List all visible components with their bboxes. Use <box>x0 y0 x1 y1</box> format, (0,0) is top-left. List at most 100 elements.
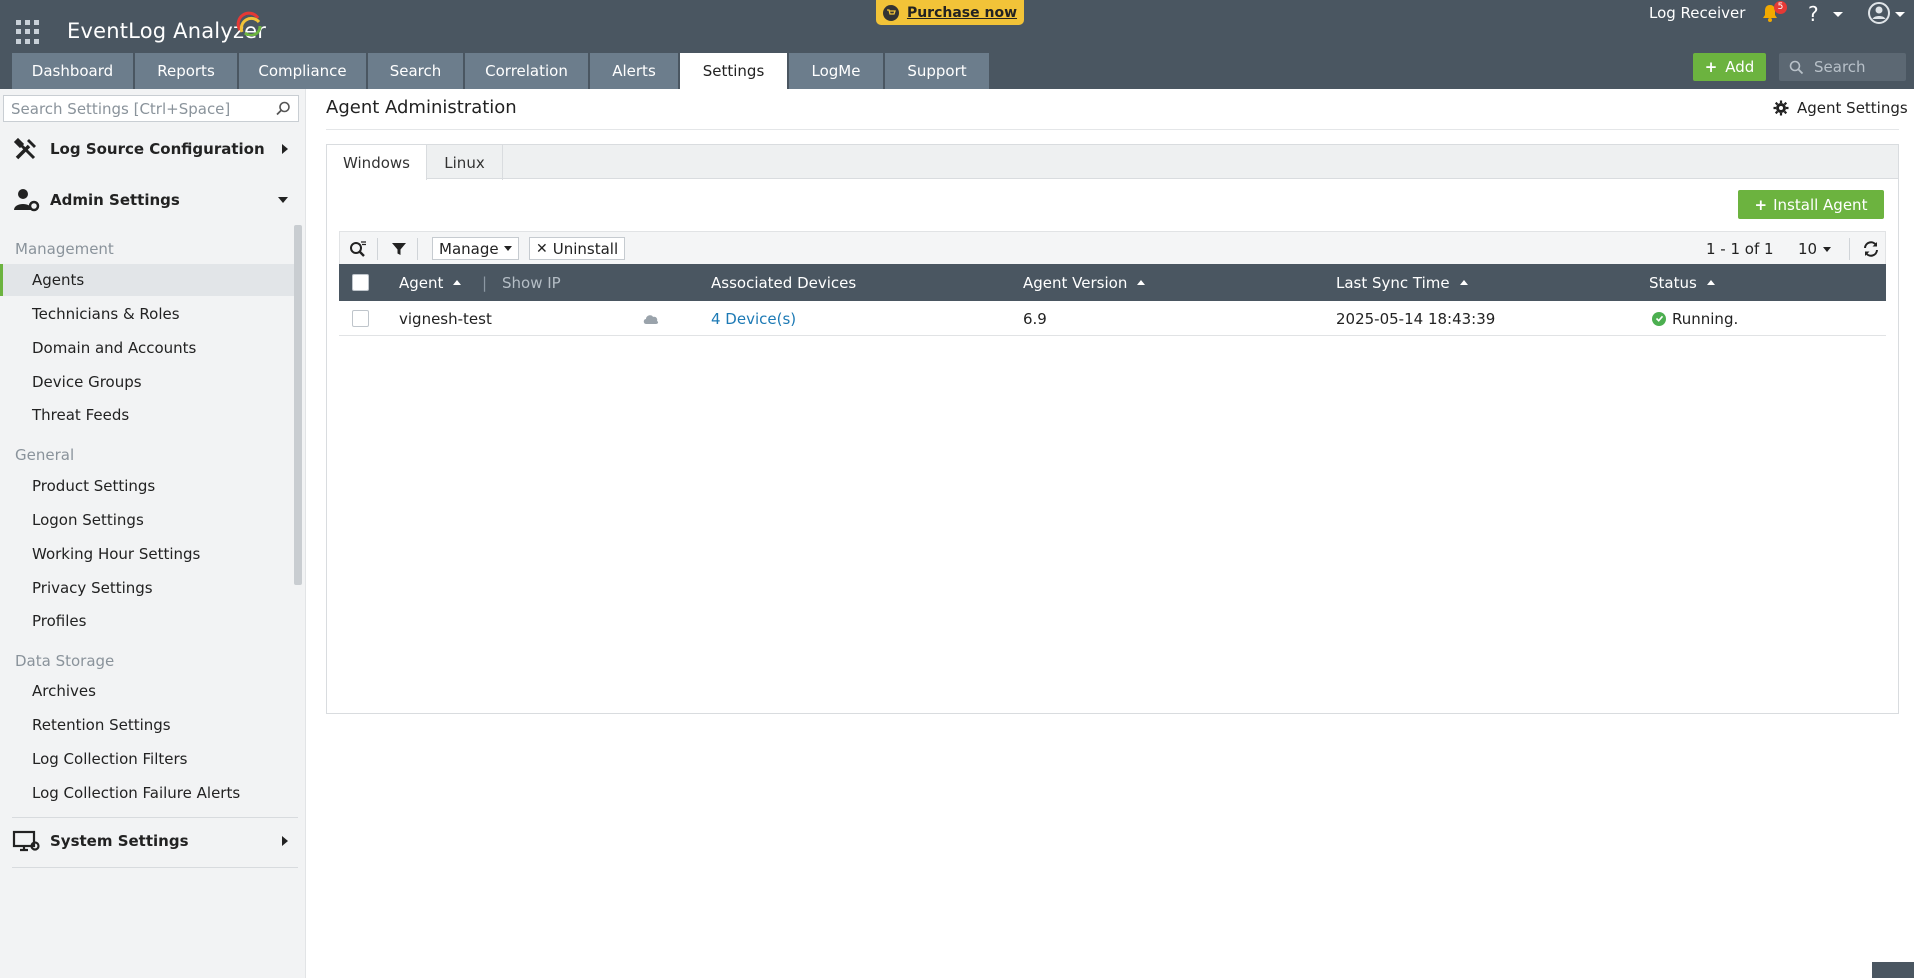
close-icon: ✕ <box>536 240 548 257</box>
sort-asc-icon <box>1459 280 1468 285</box>
agent-settings-label: Agent Settings <box>1797 99 1908 117</box>
column-agent-version[interactable]: Agent Version <box>1023 264 1146 301</box>
cloud-icon <box>643 314 659 324</box>
search-filter-icon[interactable] <box>349 240 367 258</box>
uninstall-button[interactable]: ✕ Uninstall <box>529 237 626 260</box>
admin-user-gear-icon <box>14 189 40 212</box>
tools-icon <box>13 137 36 160</box>
tab-correlation[interactable]: Correlation <box>465 53 588 89</box>
user-avatar-icon[interactable] <box>1868 2 1890 24</box>
check-circle-icon <box>1652 311 1666 326</box>
sidebar-item-agents[interactable]: Agents <box>0 264 294 296</box>
group-data-storage-label: Data Storage <box>15 652 115 670</box>
agent-settings-link[interactable]: Agent Settings <box>1773 99 1908 117</box>
system-settings-section[interactable]: System Settings <box>12 818 296 864</box>
top-header: EventLog Analyzer Purchase now Log Recei… <box>0 0 1914 89</box>
tab-windows[interactable]: Windows <box>327 145 427 180</box>
sidebar-item-working-hour-settings[interactable]: Working Hour Settings <box>0 538 294 570</box>
column-last-sync-time[interactable]: Last Sync Time <box>1336 264 1468 301</box>
search-icon[interactable] <box>275 101 291 117</box>
add-button[interactable]: + Add <box>1693 53 1766 81</box>
column-agent-label: Agent <box>399 273 444 292</box>
column-agent[interactable]: Agent <box>399 264 462 301</box>
user-caret-icon[interactable] <box>1895 12 1905 17</box>
chat-widget-button[interactable] <box>1872 962 1914 978</box>
agents-table-header: Agent | Show IP Associated Devices Agent… <box>339 264 1886 301</box>
toolbar-divider <box>1849 238 1850 260</box>
agents-panel: Windows Linux <box>326 144 1899 714</box>
sidebar-item-product-settings[interactable]: Product Settings <box>0 470 294 502</box>
row-checkbox[interactable] <box>352 310 369 327</box>
log-source-configuration-label: Log Source Configuration <box>50 140 265 158</box>
global-search-input[interactable]: Search <box>1779 53 1906 81</box>
tab-compliance[interactable]: Compliance <box>239 53 366 89</box>
agent-name: vignesh-test <box>399 309 492 328</box>
tab-reports[interactable]: Reports <box>135 53 237 89</box>
plus-icon: + <box>1754 195 1768 214</box>
purchase-now-button[interactable]: Purchase now <box>876 0 1024 25</box>
column-status-label: Status <box>1649 273 1697 292</box>
collapse-arrow-icon <box>278 197 288 203</box>
manage-label: Manage <box>439 239 499 258</box>
sidebar-item-log-collection-filters[interactable]: Log Collection Filters <box>0 743 294 775</box>
tab-dashboard[interactable]: Dashboard <box>12 53 133 89</box>
tab-linux[interactable]: Linux <box>427 145 503 180</box>
column-associated-devices: Associated Devices <box>711 273 857 292</box>
tab-search[interactable]: Search <box>368 53 463 89</box>
column-agent-version-label: Agent Version <box>1023 273 1128 292</box>
monitor-gear-icon <box>12 830 40 852</box>
select-all-checkbox[interactable] <box>352 274 369 291</box>
sidebar-item-archives[interactable]: Archives <box>0 675 294 707</box>
help-caret-icon[interactable] <box>1833 12 1843 17</box>
column-status[interactable]: Status <box>1649 264 1715 301</box>
sidebar-item-technicians-roles[interactable]: Technicians & Roles <box>0 298 294 330</box>
associated-devices-link[interactable]: 4 Device(s) <box>711 301 796 336</box>
manage-dropdown[interactable]: Manage <box>432 237 519 260</box>
column-separator: | <box>482 273 488 292</box>
sidebar-item-log-collection-failure-alerts[interactable]: Log Collection Failure Alerts <box>0 777 294 809</box>
sidebar-item-logon-settings[interactable]: Logon Settings <box>0 504 294 536</box>
tab-logme[interactable]: LogMe <box>789 53 883 89</box>
table-row: vignesh-test 4 Device(s) 6.9 2025-05-14 … <box>339 301 1886 336</box>
global-search-placeholder: Search <box>1814 58 1866 76</box>
plus-icon: + <box>1704 58 1718 76</box>
pagination-info: 1 - 1 of 1 <box>1706 240 1774 258</box>
admin-settings-section[interactable]: Admin Settings <box>12 177 296 223</box>
sort-asc-icon <box>1706 280 1715 285</box>
last-sync-time-value: 2025-05-14 18:43:39 <box>1336 309 1496 328</box>
sidebar-item-profiles[interactable]: Profiles <box>0 605 294 637</box>
sidebar-item-privacy-settings[interactable]: Privacy Settings <box>0 572 294 604</box>
notification-count-badge: 5 <box>1774 1 1787 14</box>
refresh-icon[interactable] <box>1862 240 1880 258</box>
column-last-sync-time-label: Last Sync Time <box>1336 273 1450 292</box>
settings-search-input[interactable]: Search Settings [Ctrl+Space] <box>3 95 299 122</box>
tab-alerts[interactable]: Alerts <box>590 53 678 89</box>
tab-support[interactable]: Support <box>885 53 989 89</box>
sidebar-item-device-groups[interactable]: Device Groups <box>0 366 294 398</box>
chevron-down-icon <box>503 246 512 251</box>
per-page-select[interactable]: 10 <box>1798 240 1832 258</box>
install-agent-button[interactable]: + Install Agent <box>1738 190 1884 219</box>
tab-settings[interactable]: Settings <box>680 53 787 89</box>
toolbar-divider <box>417 238 418 260</box>
sidebar-item-retention-settings[interactable]: Retention Settings <box>0 709 294 741</box>
expand-arrow-icon <box>282 836 288 846</box>
sidebar-item-domain-accounts[interactable]: Domain and Accounts <box>0 332 294 364</box>
search-icon <box>1789 60 1804 74</box>
app-launcher-icon[interactable] <box>16 20 40 44</box>
filter-icon[interactable] <box>390 240 408 258</box>
status-cell: Running. <box>1652 301 1738 336</box>
status-value: Running. <box>1672 309 1739 328</box>
system-settings-label: System Settings <box>50 832 189 850</box>
sidebar-item-threat-feeds[interactable]: Threat Feeds <box>0 399 294 431</box>
main-nav-tabs: Dashboard Reports Compliance Search Corr… <box>12 53 991 89</box>
show-ip-link[interactable]: Show IP <box>502 264 561 301</box>
log-source-configuration-section[interactable]: Log Source Configuration <box>12 126 296 172</box>
sidebar-scrollbar[interactable] <box>294 225 302 585</box>
help-icon[interactable]: ? <box>1808 2 1819 26</box>
chevron-down-icon <box>1823 246 1832 252</box>
log-receiver-link[interactable]: Log Receiver <box>1649 4 1745 26</box>
cart-icon <box>882 4 899 21</box>
sort-asc-icon <box>453 280 462 285</box>
purchase-now-label: Purchase now <box>906 4 1018 21</box>
